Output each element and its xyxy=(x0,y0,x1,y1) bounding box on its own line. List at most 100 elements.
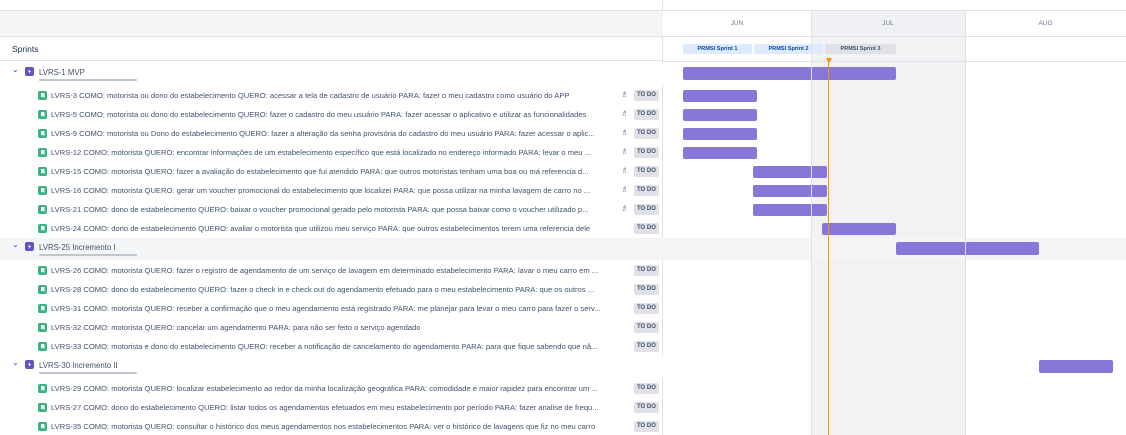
status-badge[interactable]: TO DO xyxy=(634,341,659,352)
story-summary[interactable]: LVRS-12 COMO: motorista QUERO: encontrar… xyxy=(51,148,626,157)
status-badge[interactable]: TO DO xyxy=(634,265,659,276)
story-summary[interactable]: LVRS-16 COMO: motorista QUERO: gerar um … xyxy=(51,186,626,195)
epic-timeline-bar[interactable] xyxy=(683,67,896,80)
story-icon xyxy=(38,91,47,100)
status-badge[interactable]: TO DO xyxy=(634,109,659,120)
user-icon[interactable]: ♗ xyxy=(621,204,631,214)
status-badge[interactable]: TO DO xyxy=(634,303,659,314)
user-icon[interactable]: ♗ xyxy=(621,166,631,176)
epic-row[interactable]: ⌄ LVRS-30 Incremento II xyxy=(0,356,663,378)
story-summary[interactable]: LVRS-21 COMO: dono de estabelecimento QU… xyxy=(51,205,626,214)
story-timeline-bar[interactable] xyxy=(683,109,757,121)
status-badge[interactable]: TO DO xyxy=(634,421,659,432)
timeline: JUN JUL AUG PRMSI Sprint 1 PRMSI Sprint … xyxy=(663,0,1126,435)
story-icon xyxy=(38,285,47,294)
epic-icon xyxy=(25,67,34,76)
status-badge[interactable]: TO DO xyxy=(634,204,659,215)
epic-timeline-bar[interactable] xyxy=(1039,360,1113,373)
user-icon[interactable]: ♗ xyxy=(621,109,631,119)
story-icon xyxy=(38,110,47,119)
chevron-down-icon[interactable]: ⌄ xyxy=(12,359,20,367)
user-icon[interactable]: ♗ xyxy=(621,128,631,138)
story-row[interactable]: LVRS-31 COMO: motorista QUERO: receber a… xyxy=(0,299,663,318)
epic-title[interactable]: LVRS-25 Incremento I xyxy=(39,243,116,252)
month-header-jun: JUN xyxy=(663,10,811,37)
sprint-pill-3[interactable]: PRMSI Sprint 3 xyxy=(825,44,896,54)
story-row[interactable]: LVRS-12 COMO: motorista QUERO: encontrar… xyxy=(0,143,663,162)
story-row[interactable]: LVRS-5 COMO: motorista ou dono do estabe… xyxy=(0,105,663,124)
story-row[interactable]: LVRS-26 COMO: motorista QUERO: fazer o r… xyxy=(0,261,663,280)
story-summary[interactable]: LVRS-33 COMO: motorista e dono do estabe… xyxy=(51,342,626,351)
story-summary[interactable]: LVRS-29 COMO: motorista QUERO: localizar… xyxy=(51,384,626,393)
story-icon xyxy=(38,224,47,233)
story-row[interactable]: LVRS-15 COMO: motorista QUERO: fazer a a… xyxy=(0,162,663,181)
epic-progress-bar xyxy=(39,254,137,256)
user-icon[interactable]: ♗ xyxy=(621,90,631,100)
roadmap-view: Sprints ⌄ LVRS-1 MVP LVRS-3 COMO: motorist… xyxy=(0,0,1126,435)
status-badge[interactable]: TO DO xyxy=(634,383,659,394)
story-summary[interactable]: LVRS-3 COMO: motorista ou dono do estabe… xyxy=(51,91,626,100)
story-row[interactable]: LVRS-16 COMO: motorista QUERO: gerar um … xyxy=(0,181,663,200)
story-summary[interactable]: LVRS-31 COMO: motorista QUERO: receber a… xyxy=(51,304,626,313)
story-timeline-bar[interactable] xyxy=(753,166,827,178)
story-summary[interactable]: LVRS-9 COMO: motorista ou Dono do estabe… xyxy=(51,129,626,138)
month-header-jul: JUL xyxy=(811,10,965,37)
status-badge[interactable]: TO DO xyxy=(634,128,659,139)
status-badge[interactable]: TO DO xyxy=(634,90,659,101)
month-separator xyxy=(811,10,812,435)
sprint-pill-1[interactable]: PRMSI Sprint 1 xyxy=(683,44,752,54)
sprint-divider xyxy=(663,61,1126,62)
status-badge[interactable]: TO DO xyxy=(634,322,659,333)
story-row[interactable]: LVRS-28 COMO: dono do estabelecimento QU… xyxy=(0,280,663,299)
story-icon xyxy=(38,384,47,393)
epic-progress-bar xyxy=(39,79,137,81)
status-badge[interactable]: TO DO xyxy=(634,223,659,234)
story-summary[interactable]: LVRS-15 COMO: motorista QUERO: fazer a a… xyxy=(51,167,626,176)
story-icon xyxy=(38,167,47,176)
epic-row[interactable]: ⌄ LVRS-25 Incremento I xyxy=(0,238,663,260)
story-summary[interactable]: LVRS-24 COMO: dono de estabelecimento QU… xyxy=(51,224,626,233)
story-row[interactable]: LVRS-21 COMO: dono de estabelecimento QU… xyxy=(0,200,663,219)
status-badge[interactable]: TO DO xyxy=(634,284,659,295)
story-summary[interactable]: LVRS-32 COMO: motorista QUERO: cancelar … xyxy=(51,323,626,332)
epic-icon xyxy=(25,360,34,369)
story-timeline-bar[interactable] xyxy=(683,90,757,102)
story-row[interactable]: LVRS-32 COMO: motorista QUERO: cancelar … xyxy=(0,318,663,337)
status-badge[interactable]: TO DO xyxy=(634,166,659,177)
story-icon xyxy=(38,422,47,431)
story-row[interactable]: LVRS-33 COMO: motorista e dono do estabe… xyxy=(0,337,663,356)
timeline-row xyxy=(663,238,1126,260)
user-icon[interactable]: ♗ xyxy=(621,185,631,195)
epic-title[interactable]: LVRS-30 Incremento II xyxy=(39,361,118,370)
story-row[interactable]: LVRS-9 COMO: motorista ou Dono do estabe… xyxy=(0,124,663,143)
epic-timeline-bar[interactable] xyxy=(896,242,1039,255)
chevron-down-icon[interactable]: ⌄ xyxy=(12,241,20,249)
story-summary[interactable]: LVRS-35 COMO: motorista QUERO: consultar… xyxy=(51,422,626,431)
story-icon xyxy=(38,266,47,275)
status-badge[interactable]: TO DO xyxy=(634,402,659,413)
epic-title[interactable]: LVRS-1 MVP xyxy=(39,68,85,77)
story-timeline-bar[interactable] xyxy=(753,204,827,216)
status-badge[interactable]: TO DO xyxy=(634,147,659,158)
user-icon[interactable]: ♗ xyxy=(621,147,631,157)
story-timeline-bar[interactable] xyxy=(753,185,827,197)
story-row[interactable]: LVRS-3 COMO: motorista ou dono do estabe… xyxy=(0,86,663,105)
status-badge[interactable]: TO DO xyxy=(634,185,659,196)
story-icon xyxy=(38,304,47,313)
story-row[interactable]: LVRS-27 COMO: dono do estabelecimento QU… xyxy=(0,398,663,417)
story-row[interactable]: LVRS-24 COMO: dono de estabelecimento QU… xyxy=(0,219,663,238)
month-header-aug: AUG xyxy=(965,10,1126,37)
epic-row[interactable]: ⌄ LVRS-1 MVP xyxy=(0,63,663,85)
chevron-down-icon[interactable]: ⌄ xyxy=(12,66,20,74)
story-icon xyxy=(38,129,47,138)
story-timeline-bar[interactable] xyxy=(683,128,757,140)
story-summary[interactable]: LVRS-5 COMO: motorista ou dono do estabe… xyxy=(51,110,626,119)
story-summary[interactable]: LVRS-26 COMO: motorista QUERO: fazer o r… xyxy=(51,266,626,275)
story-row[interactable]: LVRS-29 COMO: motorista QUERO: localizar… xyxy=(0,379,663,398)
story-row[interactable]: LVRS-35 COMO: motorista QUERO: consultar… xyxy=(0,417,663,435)
story-timeline-bar[interactable] xyxy=(683,147,757,159)
sprint-pill-2[interactable]: PRMSI Sprint 2 xyxy=(754,44,823,54)
story-timeline-bar[interactable] xyxy=(822,223,896,235)
story-summary[interactable]: LVRS-27 COMO: dono do estabelecimento QU… xyxy=(51,403,626,412)
story-summary[interactable]: LVRS-28 COMO: dono do estabelecimento QU… xyxy=(51,285,626,294)
